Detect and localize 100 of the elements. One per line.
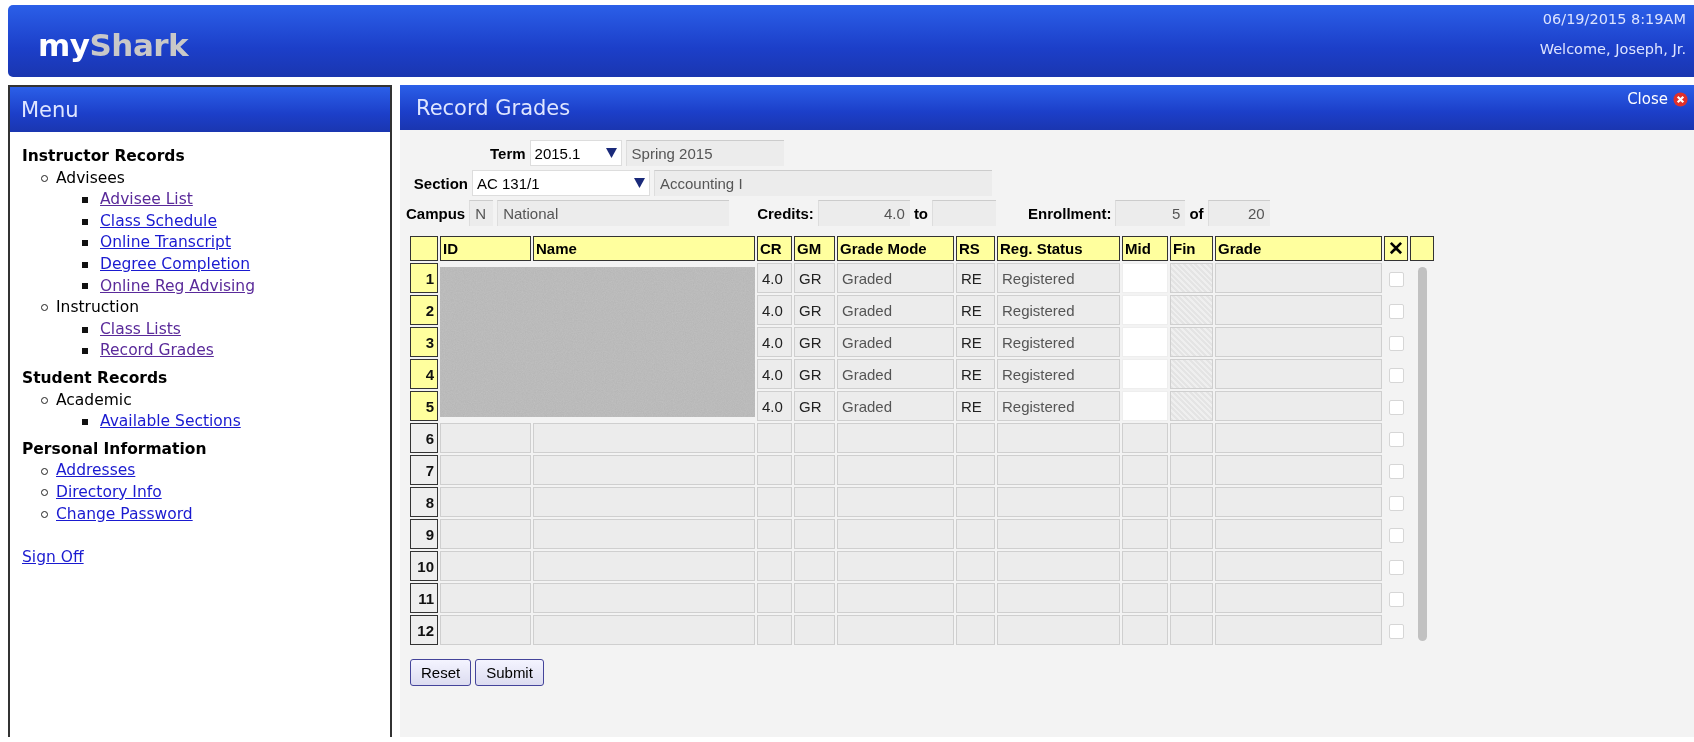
table-cell: GR [794, 263, 835, 293]
row-number-header [410, 236, 438, 261]
checkbox[interactable] [1388, 303, 1404, 319]
menu-link[interactable]: Directory Info [56, 481, 162, 504]
menu-group-label: Academic [56, 389, 132, 411]
table-cell [956, 615, 995, 645]
menu-link[interactable]: Online Reg Advising [100, 275, 255, 298]
menu-link[interactable]: Available Sections [100, 411, 241, 433]
table-cell: Graded [837, 327, 954, 357]
checkbox[interactable] [1388, 463, 1404, 479]
checkbox[interactable] [1388, 367, 1404, 383]
table-cell: GR [794, 359, 835, 389]
menu-header: Menu [10, 87, 390, 132]
table-cell: 4.0 [757, 391, 792, 421]
read-only-field: 5 [1115, 200, 1186, 226]
close-icon [1673, 91, 1688, 107]
table-cell [757, 583, 792, 613]
table-cell [794, 615, 835, 645]
read-only-field: Accounting I [654, 170, 992, 196]
table-cell: 4.0 [757, 359, 792, 389]
bullet-icon [82, 418, 88, 425]
menu-link[interactable]: Class Schedule [100, 210, 217, 233]
column-header: Reg. Status [997, 236, 1120, 261]
field-label: Credits: [757, 204, 814, 222]
bullet-icon [82, 218, 88, 225]
checkbox[interactable] [1388, 271, 1404, 287]
dropdown-arrow-icon [634, 178, 645, 188]
table-cell [1122, 519, 1168, 549]
table-cell: Registered [997, 391, 1120, 421]
checkbox[interactable] [1388, 591, 1404, 607]
menu-link[interactable]: Degree Completion [100, 253, 251, 276]
table-cell [1170, 327, 1213, 357]
column-header: RS [956, 236, 995, 261]
checkbox[interactable] [1388, 623, 1404, 639]
field-label: Campus [406, 204, 466, 222]
menu-link[interactable]: Advisee List [100, 189, 193, 211]
field-label: to [913, 204, 929, 222]
table-cell [1170, 615, 1213, 645]
table-cell [1170, 583, 1213, 613]
table-cell [1170, 423, 1213, 453]
table-cell: Graded [837, 295, 954, 325]
checkbox[interactable] [1388, 335, 1404, 351]
table-cell [794, 487, 835, 517]
table-cell [794, 423, 835, 453]
dropdown-field[interactable]: 2015.1 [529, 140, 622, 166]
table-cell [956, 519, 995, 549]
read-only-field: Spring 2015 [625, 140, 784, 166]
table-cell [956, 487, 995, 517]
table-cell [794, 519, 835, 549]
table-cell [1122, 551, 1168, 581]
bullet-icon [82, 326, 88, 333]
scrollbar-thumb[interactable] [1417, 267, 1427, 641]
table-cell: RE [956, 263, 995, 293]
checkbox[interactable] [1388, 559, 1404, 575]
read-only-field: N [469, 200, 494, 226]
form-button[interactable]: Reset [410, 659, 472, 686]
checkbox[interactable] [1388, 527, 1404, 543]
row-number: 3 [410, 327, 438, 357]
checkbox[interactable] [1388, 399, 1404, 415]
table-cell [1170, 551, 1213, 581]
row-number: 10 [410, 551, 438, 581]
table-cell: 4.0 [757, 263, 792, 293]
column-header: Grade [1215, 236, 1382, 261]
section-heading: Instructor Records [22, 146, 185, 167]
table-cell [1122, 423, 1168, 453]
sign-off-link[interactable]: Sign Off [22, 547, 84, 569]
menu-link[interactable]: Addresses [56, 460, 136, 482]
table-cell: Graded [837, 359, 954, 389]
menu-link[interactable]: Class Lists [100, 318, 181, 341]
table-cell [794, 455, 835, 485]
column-header: Grade Mode [837, 236, 954, 261]
table-cell: Registered [997, 263, 1120, 293]
table-cell: GR [794, 391, 835, 421]
date-time: 06/19/2015 8:19AM [1542, 11, 1686, 27]
close-button[interactable]: Close [1627, 85, 1694, 108]
dropdown-field[interactable]: AC 131/1 [472, 170, 650, 196]
menu-link[interactable]: Change Password [56, 503, 193, 526]
section-heading: Student Records [22, 367, 168, 389]
table-cell [956, 583, 995, 613]
read-only-field: 20 [1207, 200, 1270, 226]
table-cell [757, 423, 792, 453]
field-label: Enrollment: [1028, 204, 1112, 222]
table-cell [1122, 455, 1168, 485]
table-cell [757, 455, 792, 485]
menu-link[interactable]: Online Transcript [100, 232, 231, 254]
form-button[interactable]: Submit [475, 659, 544, 686]
table-cell [1170, 487, 1213, 517]
column-header: Name [533, 236, 755, 261]
menu-link[interactable]: Record Grades [100, 340, 214, 362]
table-cell [1122, 583, 1168, 613]
checkbox[interactable] [1388, 431, 1404, 447]
table-cell: 4.0 [757, 327, 792, 357]
table-cell [794, 583, 835, 613]
table-cell [1170, 391, 1213, 421]
table-cell [757, 519, 792, 549]
checkbox[interactable] [1388, 495, 1404, 511]
column-header: Fin [1170, 236, 1213, 261]
table-cell: Graded [837, 263, 954, 293]
table-cell [1122, 615, 1168, 645]
table-cell: Registered [997, 359, 1120, 389]
